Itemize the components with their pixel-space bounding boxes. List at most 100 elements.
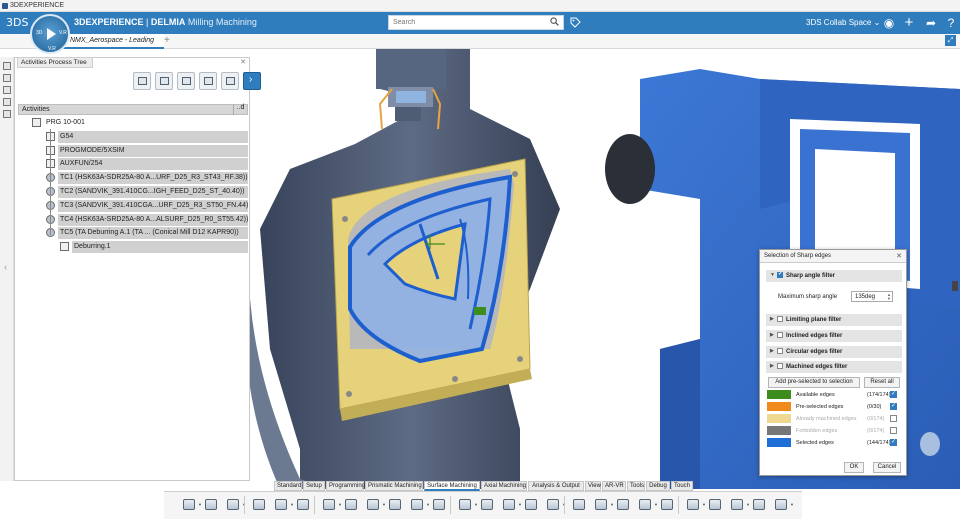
- pencil-icon[interactable]: [480, 498, 495, 512]
- expand-panel-icon[interactable]: ›: [243, 72, 261, 90]
- expand-arrow-icon[interactable]: ▶: [770, 316, 774, 322]
- stack-activity-icon[interactable]: [221, 72, 239, 90]
- chevron-down-icon[interactable]: ▼: [474, 502, 478, 507]
- color-swatch[interactable]: [767, 390, 791, 399]
- sweep-icon[interactable]: ▼: [410, 498, 430, 512]
- share-icon[interactable]: ➦: [924, 16, 938, 30]
- setup-icon[interactable]: ▼: [730, 498, 750, 512]
- section-sharp-angle[interactable]: ▼ Sharp angle filter: [766, 270, 902, 282]
- section-inclined-edges[interactable]: ▶ Inclined edges filter: [766, 330, 902, 342]
- drill-icon[interactable]: ▼: [366, 498, 386, 512]
- user-icon[interactable]: ◉: [882, 16, 896, 30]
- add-preselected-button[interactable]: Add pre-selected to selection: [768, 377, 860, 388]
- tab-analysis-output[interactable]: Analysis & Output: [528, 481, 584, 491]
- tab-debug[interactable]: Debug: [646, 481, 670, 491]
- help-icon[interactable]: ?: [944, 16, 958, 30]
- delete-activity-icon[interactable]: [177, 72, 195, 90]
- replay-icon[interactable]: ▼: [546, 498, 566, 512]
- chevron-down-icon[interactable]: ▼: [518, 502, 522, 507]
- tab-tools[interactable]: Tools: [627, 481, 645, 491]
- add-activity-icon[interactable]: [133, 72, 151, 90]
- chevron-down-icon[interactable]: ▼: [426, 502, 430, 507]
- tab-setup[interactable]: Setup: [303, 481, 325, 491]
- chevron-down-icon[interactable]: ▼: [746, 502, 750, 507]
- strip-view-icon[interactable]: [3, 74, 11, 82]
- tab-view[interactable]: View: [585, 481, 601, 491]
- tab-prismatic-machining[interactable]: Prismatic Machining: [365, 481, 423, 491]
- undo-icon[interactable]: [252, 498, 267, 512]
- ok-button[interactable]: OK: [844, 462, 864, 473]
- copy-activity-icon[interactable]: [199, 72, 217, 90]
- contour-icon[interactable]: [388, 498, 403, 512]
- collab-space-selector[interactable]: 3DS Collab Space ⌄: [806, 18, 880, 27]
- tab-nmx-aerospace[interactable]: NMX_Aerospace - Leading: [62, 34, 164, 49]
- new-tab-icon[interactable]: +: [164, 35, 170, 46]
- color-swatch[interactable]: [767, 402, 791, 411]
- rework-icon[interactable]: [524, 498, 539, 512]
- tree-row[interactable]: PRG 10-001: [18, 116, 248, 130]
- collapse-panel-icon[interactable]: ‹: [4, 262, 7, 272]
- tab-surface-machining[interactable]: Surface Machining: [424, 481, 480, 491]
- tool-assembly-icon[interactable]: [660, 498, 675, 512]
- color-swatch[interactable]: [767, 438, 791, 447]
- profile-icon[interactable]: ▼: [322, 498, 342, 512]
- edge-visibility-checkbox[interactable]: [890, 438, 897, 446]
- part-op-icon[interactable]: ▼: [686, 498, 706, 512]
- section-machined-edges[interactable]: ▶ Machined edges filter: [766, 361, 902, 373]
- chevron-down-icon[interactable]: ▼: [290, 502, 294, 507]
- select-icon[interactable]: ▼: [274, 498, 294, 512]
- pocket-icon[interactable]: [344, 498, 359, 512]
- play-icon[interactable]: [47, 28, 56, 40]
- tree-row[interactable]: TC4 (HSK63A-SRD25A-80 A...ALSURF_D25_R0_…: [18, 213, 248, 227]
- options-icon[interactable]: [752, 498, 767, 512]
- add-icon[interactable]: +: [902, 15, 916, 30]
- simulate-icon[interactable]: [572, 498, 587, 512]
- tree-column-header[interactable]: Activities ..d: [18, 104, 248, 115]
- search-icon[interactable]: [550, 17, 559, 26]
- tree-row[interactable]: TC1 (HSK63A-SDR25A-80 A...URF_D25_R3_ST4…: [18, 171, 248, 185]
- strip-properties-icon[interactable]: [3, 86, 11, 94]
- chevron-down-icon[interactable]: ▼: [790, 502, 794, 507]
- expand-arrow-icon[interactable]: ▶: [770, 348, 774, 354]
- color-swatch[interactable]: [767, 426, 791, 435]
- chevron-down-icon[interactable]: ▼: [610, 502, 614, 507]
- spiral-icon[interactable]: ▼: [458, 498, 478, 512]
- link-activity-icon[interactable]: [155, 72, 173, 90]
- color-swatch[interactable]: [767, 414, 791, 423]
- tree-row[interactable]: G54: [18, 130, 248, 144]
- fullscreen-icon[interactable]: ⤢: [945, 35, 956, 46]
- tab-touch[interactable]: Touch: [671, 481, 693, 491]
- spinner-icon[interactable]: ▲ ▼: [887, 293, 891, 301]
- tree-row[interactable]: AUXFUN/254: [18, 157, 248, 171]
- strip-panel-icon[interactable]: [3, 110, 11, 118]
- edge-visibility-checkbox[interactable]: [890, 415, 897, 422]
- max-angle-input[interactable]: 135deg ▲ ▼: [851, 291, 893, 302]
- tree-row[interactable]: PROGMODE/5XSIM: [18, 144, 248, 158]
- mill-op-icon[interactable]: [296, 498, 311, 512]
- strip-list-icon[interactable]: [3, 98, 11, 106]
- more-icon[interactable]: ▼: [774, 498, 794, 512]
- analysis-icon[interactable]: ▼: [638, 498, 658, 512]
- section-circular-edges[interactable]: ▶ Circular edges filter: [766, 346, 902, 358]
- chevron-down-icon[interactable]: ▼: [382, 502, 386, 507]
- curve-icon[interactable]: ▼: [502, 498, 522, 512]
- circular-edges-checkbox[interactable]: [777, 348, 783, 354]
- tool-path-icon[interactable]: ▼: [594, 498, 614, 512]
- cancel-button[interactable]: Cancel: [873, 462, 901, 473]
- dialog-close-icon[interactable]: ✕: [896, 252, 902, 260]
- cut-icon[interactable]: ▼: [182, 498, 202, 512]
- tree-row[interactable]: TC2 (SANDVIK_391.410CG...IGH_FEED_D25_ST…: [18, 185, 248, 199]
- nc-code-icon[interactable]: [616, 498, 631, 512]
- close-panel-icon[interactable]: ✕: [240, 58, 246, 66]
- zlevel-icon[interactable]: [432, 498, 447, 512]
- tree-row[interactable]: Deburring.1: [18, 240, 248, 254]
- sharp-angle-checkbox[interactable]: [777, 270, 783, 278]
- reset-all-button[interactable]: Reset all: [864, 377, 900, 388]
- strip-tree-icon[interactable]: [3, 62, 11, 70]
- search-input[interactable]: [388, 15, 564, 30]
- tab-programming[interactable]: Programming: [326, 481, 365, 491]
- chevron-down-icon[interactable]: ▼: [198, 502, 202, 507]
- expand-arrow-icon[interactable]: ▶: [770, 363, 774, 369]
- tree-row[interactable]: TC3 (SANDVIK_391.410CGA...URF_D25_R3_ST5…: [18, 199, 248, 213]
- edge-visibility-checkbox[interactable]: [890, 427, 897, 434]
